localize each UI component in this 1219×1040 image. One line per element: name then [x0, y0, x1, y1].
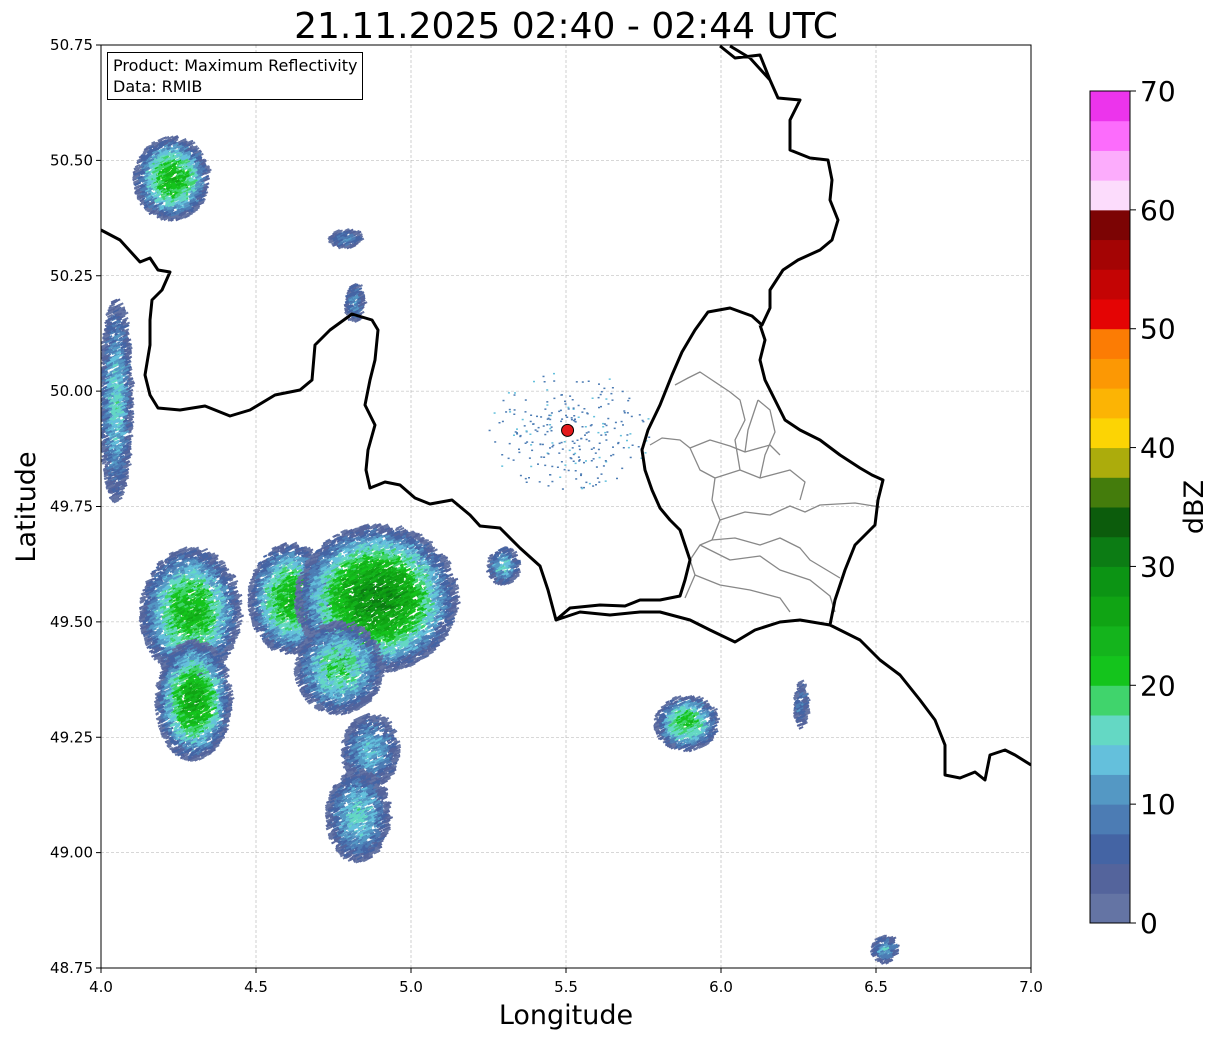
- chart-title: 21.11.2025 02:40 - 02:44 UTC: [294, 6, 838, 47]
- radar-figure: 21.11.2025 02:40 - 02:44 UTC 4.0 4.5 5.0 5.…: [11, 6, 1210, 1031]
